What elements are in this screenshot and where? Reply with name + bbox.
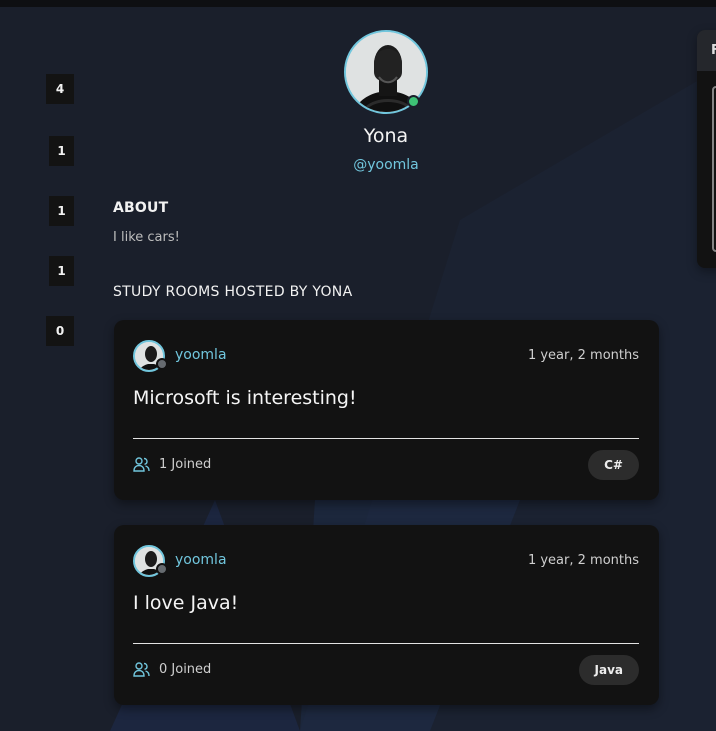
stat-count: 1 — [49, 256, 74, 286]
room-host-name[interactable]: yoomla — [175, 552, 227, 568]
room-title[interactable]: Microsoft is interesting! — [133, 387, 357, 409]
room-title[interactable]: I love Java! — [133, 592, 238, 614]
stat-count: 1 — [49, 196, 74, 226]
room-divider — [133, 643, 639, 644]
top-bar — [0, 0, 716, 7]
about-text: I like cars! — [113, 230, 180, 245]
room-host-name[interactable]: yoomla — [175, 347, 227, 363]
room-joined-count: 1 Joined — [159, 457, 212, 472]
stat-count: 1 — [49, 136, 74, 166]
online-status-icon — [407, 95, 420, 108]
room-topic-badge[interactable]: C# — [588, 450, 639, 480]
side-panel: F — [697, 30, 716, 268]
people-icon — [133, 662, 150, 677]
side-panel-header-text: F — [711, 43, 716, 58]
rooms-heading: STUDY ROOMS HOSTED BY YONA — [113, 284, 353, 300]
room-time: 1 year, 2 months — [527, 348, 639, 363]
room-card[interactable]: yoomla 1 year, 2 months Microsoft is int… — [114, 320, 659, 500]
status-icon — [156, 563, 168, 575]
room-divider — [133, 438, 639, 439]
side-panel-header: F — [697, 30, 716, 71]
profile-handle[interactable]: @yoomla — [113, 157, 659, 173]
profile-name: Yona — [363, 125, 409, 147]
side-panel-frame — [712, 86, 716, 252]
status-icon — [156, 358, 168, 370]
stat-count: 0 — [46, 316, 74, 346]
room-joined-count: 0 Joined — [159, 662, 212, 677]
room-time: 1 year, 2 months — [527, 553, 639, 568]
about-heading: ABOUT — [113, 200, 169, 216]
room-card[interactable]: yoomla 1 year, 2 months I love Java! 0 J… — [114, 525, 659, 705]
stat-count: 4 — [46, 74, 74, 104]
room-topic-badge[interactable]: Java — [578, 655, 639, 685]
people-icon — [133, 457, 150, 472]
